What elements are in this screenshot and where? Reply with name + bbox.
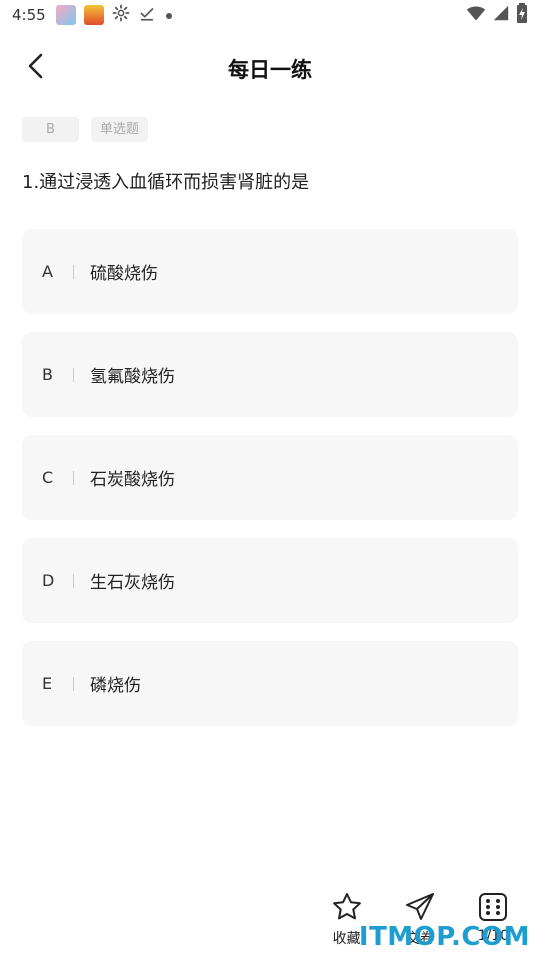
option-divider <box>73 470 74 485</box>
question-text: 1.通过浸透入血循环而损害肾脏的是 <box>22 172 310 193</box>
option-b[interactable]: B 氢氟酸烧伤 <box>22 332 518 417</box>
option-e[interactable]: E 磷烧伤 <box>22 641 518 726</box>
signal-icon <box>492 4 510 26</box>
option-letter: C <box>42 468 54 487</box>
option-divider <box>73 676 74 691</box>
option-divider <box>73 573 74 588</box>
watermark: ITMOP.COM <box>358 922 530 952</box>
option-letter: D <box>42 571 55 590</box>
option-letter: A <box>42 262 53 281</box>
option-c[interactable]: C 石炭酸烧伤 <box>22 435 518 520</box>
option-a[interactable]: A 硫酸烧伤 <box>22 229 518 314</box>
dot-icon <box>164 6 174 25</box>
status-system-icons <box>466 3 528 27</box>
grid-icon <box>476 890 510 924</box>
app-icon-2 <box>83 5 104 25</box>
favorite-label: 收藏 <box>332 931 361 947</box>
option-divider <box>73 264 74 279</box>
answer-tag: B <box>22 117 79 142</box>
app-icon-1 <box>55 5 76 25</box>
option-letter: E <box>42 674 53 693</box>
option-letter: B <box>42 365 53 384</box>
paper-plane-icon <box>403 890 437 924</box>
options-list: A 硫酸烧伤 B 氢氟酸烧伤 C 石炭酸烧伤 D 生石灰烧伤 E 磷烧伤 <box>22 229 518 744</box>
option-text: 氢氟酸烧伤 <box>90 367 175 387</box>
question-type-tag: 单选题 <box>91 117 148 142</box>
option-text: 硫酸烧伤 <box>90 264 158 284</box>
status-notification-icons <box>55 4 174 26</box>
header: 每日一练 <box>0 40 540 96</box>
option-d[interactable]: D 生石灰烧伤 <box>22 538 518 623</box>
option-divider <box>73 367 74 382</box>
option-text: 生石灰烧伤 <box>90 573 175 593</box>
status-time: 4:55 <box>12 6 46 24</box>
gear-icon <box>112 4 130 26</box>
page-title: 每日一练 <box>228 58 312 82</box>
question-tags: B 单选题 <box>22 117 148 142</box>
download-done-icon <box>138 4 156 26</box>
option-text: 磷烧伤 <box>90 676 141 696</box>
option-text: 石炭酸烧伤 <box>90 470 175 490</box>
status-bar: 4:55 <box>0 0 540 30</box>
wifi-icon <box>466 4 486 26</box>
battery-icon <box>516 3 528 27</box>
star-icon <box>330 890 364 924</box>
